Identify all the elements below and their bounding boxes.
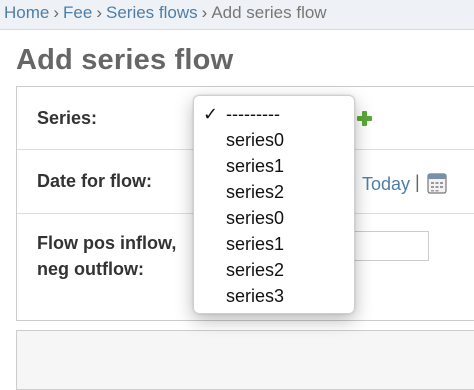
breadcrumb: Home › Fee › Series flows › Add series flow	[0, 0, 474, 30]
dropdown-option[interactable]: series0	[194, 205, 354, 231]
breadcrumb-separator: ›	[201, 3, 208, 22]
dropdown-option[interactable]: series1	[194, 231, 354, 257]
dropdown-option[interactable]: series0	[194, 127, 354, 153]
calendar-icon[interactable]	[427, 172, 447, 194]
breadcrumb-fee-link[interactable]: Fee	[63, 3, 92, 22]
dropdown-option-label: series1	[226, 234, 285, 254]
breadcrumb-separator: ›	[53, 3, 60, 22]
page-title: Add series flow	[16, 44, 234, 76]
series-label: Series:	[37, 108, 98, 128]
dropdown-option-empty[interactable]: ✓ ---------	[194, 101, 354, 127]
dropdown-option[interactable]: series3	[194, 283, 354, 309]
dropdown-option[interactable]: series2	[194, 257, 354, 283]
breadcrumb-home-link[interactable]: Home	[4, 3, 49, 22]
dropdown-option-label: series2	[226, 260, 285, 280]
add-another-plus-icon[interactable]	[357, 111, 372, 126]
dropdown-option-label: series1	[226, 156, 285, 176]
flow-input[interactable]	[347, 231, 429, 261]
dropdown-option-label: series3	[226, 286, 285, 306]
breadcrumb-series-flows-link[interactable]: Series flows	[106, 3, 198, 22]
series-dropdown-menu[interactable]: ✓ --------- series0 series1 series2 seri…	[193, 95, 355, 314]
checkmark-icon: ✓	[203, 104, 219, 124]
dropdown-option[interactable]: series1	[194, 153, 354, 179]
dropdown-option-label: series0	[226, 130, 285, 150]
breadcrumb-current: Add series flow	[211, 3, 327, 22]
dropdown-option-label: series0	[226, 208, 285, 228]
date-label: Date for flow:	[37, 171, 152, 191]
date-link-separator: |	[415, 172, 420, 192]
submit-row	[16, 330, 474, 390]
today-link[interactable]: Today	[362, 174, 410, 195]
flow-label: Flow pos inflow, neg outflow:	[37, 233, 177, 279]
breadcrumb-separator: ›	[96, 3, 102, 22]
dropdown-option-label: series2	[226, 182, 285, 202]
dropdown-option[interactable]: series2	[194, 179, 354, 205]
dropdown-option-label: ---------	[226, 104, 280, 124]
